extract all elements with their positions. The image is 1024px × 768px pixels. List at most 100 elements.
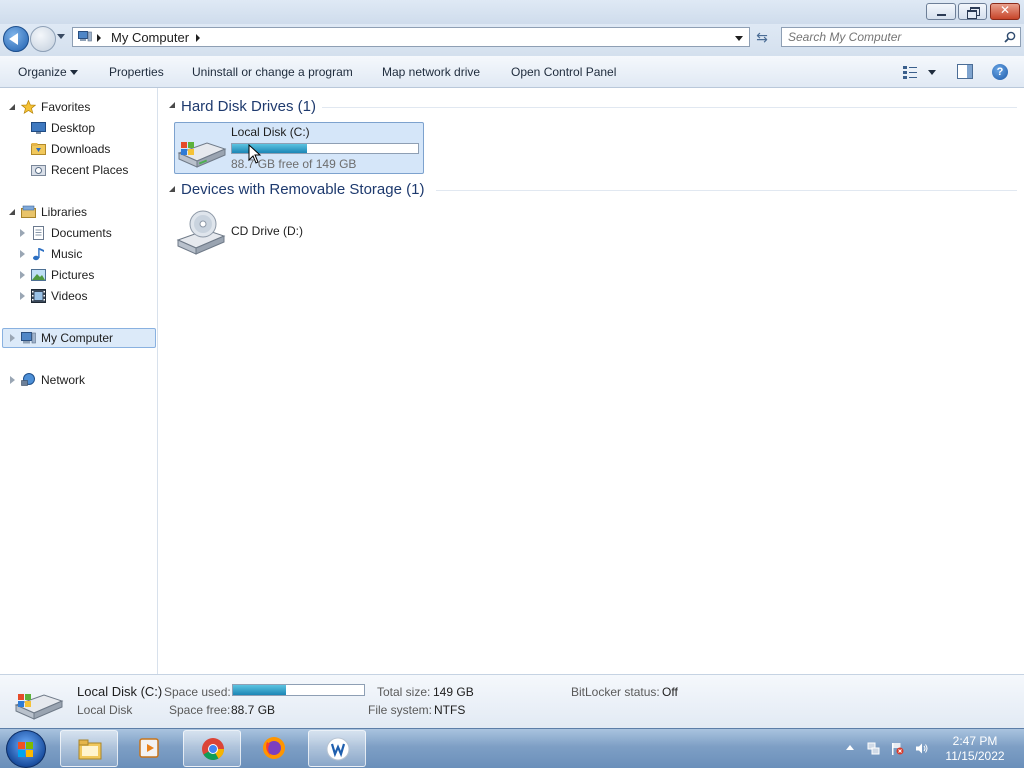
nav-label: Music xyxy=(51,247,83,261)
network-status-icon[interactable] xyxy=(867,742,880,755)
space-used-label: Space used: xyxy=(164,685,231,699)
search-icon[interactable] xyxy=(1004,31,1016,43)
computer-icon xyxy=(21,332,36,344)
title-bar: ✕ xyxy=(0,0,1024,24)
windows-logo-icon xyxy=(26,742,33,749)
clock[interactable]: 2:47 PM 11/15/2022 xyxy=(940,734,1010,764)
breadcrumb-chevron-icon[interactable] xyxy=(196,34,200,42)
preview-pane-icon[interactable] xyxy=(957,64,973,79)
collapse-group-icon[interactable] xyxy=(169,186,175,192)
recent-pages-dropdown[interactable] xyxy=(57,34,65,39)
volume-icon[interactable] xyxy=(915,742,928,755)
folder-icon xyxy=(78,739,102,760)
windows-logo-icon xyxy=(26,750,33,757)
collapsed-arrow-icon[interactable] xyxy=(10,376,15,384)
map-network-drive-button[interactable]: Map network drive xyxy=(382,65,480,79)
help-icon[interactable]: ? xyxy=(992,64,1008,80)
taskbar: 2:47 PM 11/15/2022 xyxy=(0,728,1024,768)
windows-logo-icon xyxy=(18,742,25,749)
breadcrumb-my-computer[interactable]: My Computer xyxy=(111,30,189,45)
taskbar-app[interactable] xyxy=(308,730,366,767)
nav-label: Pictures xyxy=(51,268,95,282)
cd-drive-icon xyxy=(176,210,226,255)
refresh-button[interactable]: ⇆ xyxy=(752,28,772,46)
nav-item-favorites[interactable]: Favorites xyxy=(0,97,150,117)
collapsed-arrow-icon[interactable] xyxy=(20,271,25,279)
nav-label: Libraries xyxy=(41,205,88,219)
details-drive-name: Local Disk (C:) xyxy=(77,684,163,699)
pictures-icon xyxy=(31,269,46,281)
taskbar-firefox[interactable] xyxy=(245,730,303,767)
nav-item-my-computer[interactable]: My Computer xyxy=(0,328,156,348)
nav-item-libraries[interactable]: Libraries xyxy=(0,202,150,222)
desktop-icon xyxy=(31,122,46,134)
search-box[interactable] xyxy=(781,27,1021,47)
group-divider xyxy=(436,190,1017,191)
address-bar[interactable]: My Computer xyxy=(72,27,750,47)
view-options-dropdown-icon[interactable] xyxy=(928,70,936,75)
back-button[interactable] xyxy=(3,26,29,52)
drive-name: CD Drive (D:) xyxy=(231,224,303,238)
nav-item-desktop[interactable]: Desktop xyxy=(0,118,150,138)
app-icon xyxy=(326,737,350,761)
videos-icon xyxy=(31,289,46,303)
nav-item-downloads[interactable]: Downloads xyxy=(0,139,150,159)
close-button[interactable]: ✕ xyxy=(990,3,1020,20)
show-hidden-icons-icon[interactable] xyxy=(846,745,854,750)
change-view-icon[interactable] xyxy=(902,65,918,79)
computer-icon xyxy=(78,31,92,42)
taskbar-file-explorer[interactable] xyxy=(60,730,118,767)
maximize-button[interactable] xyxy=(958,3,987,20)
open-control-panel-button[interactable]: Open Control Panel xyxy=(511,65,616,79)
drive-usage-fill xyxy=(232,144,308,153)
space-used-fill xyxy=(233,685,287,695)
organize-button[interactable]: Organize xyxy=(18,65,67,79)
drive-item-cd-drive-d[interactable]: CD Drive (D:) xyxy=(174,206,424,256)
start-button[interactable] xyxy=(6,730,46,768)
collapsed-arrow-icon[interactable] xyxy=(20,292,25,300)
windows-logo-icon xyxy=(18,750,25,757)
drive-item-local-disk-c[interactable]: Local Disk (C:) 88.7 GB free of 149 GB xyxy=(174,122,424,174)
breadcrumb-chevron-icon[interactable] xyxy=(97,34,101,42)
search-input[interactable] xyxy=(788,29,998,45)
drive-name: Local Disk (C:) xyxy=(231,125,310,139)
hard-drive-icon xyxy=(14,694,64,720)
navigation-pane: Favorites Desktop Downloads Recent Place… xyxy=(0,88,158,674)
nav-label: My Computer xyxy=(41,331,114,345)
collapsed-arrow-icon[interactable] xyxy=(10,334,15,342)
group-header-hard-disk-drives[interactable]: Hard Disk Drives (1) xyxy=(181,98,316,115)
file-system-label: File system: xyxy=(368,703,433,717)
chevron-down-icon[interactable] xyxy=(70,70,78,75)
collapse-group-icon[interactable] xyxy=(169,102,175,108)
chrome-icon xyxy=(202,738,224,760)
nav-label: Documents xyxy=(51,226,112,240)
nav-item-documents[interactable]: Documents xyxy=(0,223,150,243)
expanded-arrow-icon[interactable] xyxy=(9,209,15,215)
uninstall-program-button[interactable]: Uninstall or change a program xyxy=(192,65,353,79)
nav-item-network[interactable]: Network xyxy=(0,370,150,390)
collapsed-arrow-icon[interactable] xyxy=(20,229,25,237)
group-divider xyxy=(322,107,1017,108)
file-system-value: NTFS xyxy=(434,703,466,717)
forward-button[interactable] xyxy=(30,26,56,52)
nav-item-music[interactable]: Music xyxy=(0,244,150,264)
nav-label: Videos xyxy=(51,289,88,303)
expanded-arrow-icon[interactable] xyxy=(9,104,15,110)
group-header-removable-storage[interactable]: Devices with Removable Storage (1) xyxy=(181,181,424,198)
minimize-button[interactable] xyxy=(926,3,956,20)
action-center-icon[interactable] xyxy=(891,742,904,755)
clock-date: 11/15/2022 xyxy=(945,749,1005,763)
nav-label: Downloads xyxy=(51,142,111,156)
details-drive-type: Local Disk xyxy=(77,703,133,717)
nav-item-pictures[interactable]: Pictures xyxy=(0,265,150,285)
taskbar-media-player[interactable] xyxy=(121,730,179,767)
star-icon xyxy=(21,100,36,114)
nav-item-videos[interactable]: Videos xyxy=(0,286,150,306)
taskbar-chrome[interactable] xyxy=(183,730,241,767)
music-icon xyxy=(33,248,44,261)
properties-button[interactable]: Properties xyxy=(109,65,164,79)
collapsed-arrow-icon[interactable] xyxy=(20,250,25,258)
nav-item-recent-places[interactable]: Recent Places xyxy=(0,160,150,180)
hard-drive-icon xyxy=(177,142,227,168)
address-dropdown-icon[interactable] xyxy=(735,36,743,41)
